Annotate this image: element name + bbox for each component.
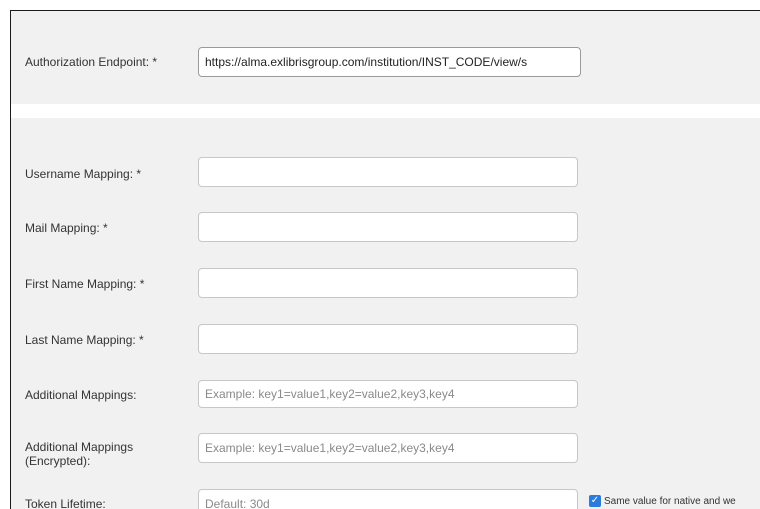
auth-endpoint-label: Authorization Endpoint: * xyxy=(25,55,158,69)
additional-mappings-label: Additional Mappings: xyxy=(25,388,137,402)
username-mapping-input[interactable] xyxy=(198,157,578,187)
mail-mapping-input[interactable] xyxy=(198,212,578,242)
same-value-checkbox-label[interactable]: Same value for native and we xyxy=(604,496,736,507)
first-name-mapping-input[interactable] xyxy=(198,268,578,298)
same-value-checkbox-group[interactable]: ✓ Same value for native and we xyxy=(589,495,736,507)
auth-endpoint-input[interactable] xyxy=(198,47,581,77)
mail-mapping-label: Mail Mapping: * xyxy=(25,221,108,235)
additional-mappings-encrypted-label: Additional Mappings (Encrypted): xyxy=(25,440,133,468)
additional-mappings-encrypted-input[interactable] xyxy=(198,433,578,463)
mappings-section: Username Mapping: * Mail Mapping: * Firs… xyxy=(11,118,760,509)
last-name-mapping-label: Last Name Mapping: * xyxy=(25,333,144,347)
additional-mappings-encrypted-label-line1: Additional Mappings xyxy=(25,440,134,454)
checkbox-checked-icon[interactable]: ✓ xyxy=(589,495,601,507)
additional-mappings-input[interactable] xyxy=(198,380,578,408)
auth-section: Authorization Endpoint: * xyxy=(11,11,760,104)
token-lifetime-label: Token Lifetime: xyxy=(25,497,106,509)
last-name-mapping-input[interactable] xyxy=(198,324,578,354)
form-frame: Authorization Endpoint: * Username Mappi… xyxy=(10,10,760,509)
username-mapping-label: Username Mapping: * xyxy=(25,167,142,181)
section-divider xyxy=(11,104,760,118)
token-lifetime-input[interactable] xyxy=(198,489,578,509)
additional-mappings-encrypted-label-line2: (Encrypted): xyxy=(25,454,91,468)
first-name-mapping-label: First Name Mapping: * xyxy=(25,277,145,291)
